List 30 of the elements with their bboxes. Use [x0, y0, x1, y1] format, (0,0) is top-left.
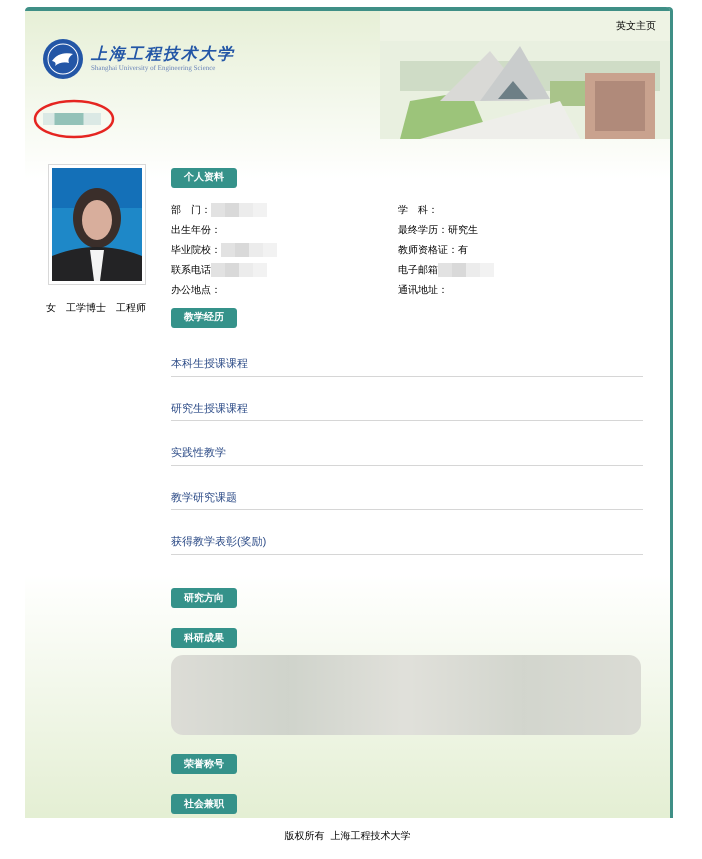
section-heading: 教学研究课题	[171, 490, 643, 510]
field-label: 办公地点：	[171, 284, 221, 298]
section-tab[interactable]: 荣誉称号	[171, 754, 237, 774]
section-heading: 研究生授课课程	[171, 400, 643, 421]
university-name: 上海工程技术大学	[91, 46, 235, 62]
section-tab[interactable]: 个人资料	[171, 168, 237, 188]
field-label: 毕业院校：	[171, 244, 221, 258]
section-heading: 本科生授课课程	[171, 356, 643, 376]
logo-icon	[43, 39, 83, 79]
section-tab[interactable]: 社会兼职	[171, 794, 237, 814]
profile-tag: 工程师	[116, 301, 146, 316]
english-homepage-link[interactable]: 英文主页	[616, 19, 656, 34]
profile-tag: 女	[46, 301, 56, 316]
section-heading: 获得教学表彰(奖励)	[171, 534, 643, 554]
field-label: 电子邮箱	[398, 264, 438, 278]
field-label: 部 门：	[171, 204, 211, 218]
field-value: 有	[458, 244, 468, 258]
field-label: 通讯地址：	[398, 284, 448, 298]
profile-tag: 工学博士	[66, 301, 106, 316]
field-label: 学 科：	[398, 204, 438, 218]
section-heading: 实践性教学	[171, 445, 643, 466]
field-label: 出生年份：	[171, 224, 221, 238]
section-tab[interactable]: 科研成果	[171, 628, 237, 648]
section-tab[interactable]: 教学经历	[171, 308, 237, 328]
field-value: 研究生	[448, 224, 478, 238]
copyright-text: 版权所有 上海工程技术大学	[284, 830, 410, 844]
section-tab[interactable]: 研究方向	[171, 588, 237, 608]
field-label: 教师资格证：	[398, 244, 458, 258]
field-label: 联系电话	[171, 264, 211, 278]
field-label: 最终学历：	[398, 224, 448, 238]
